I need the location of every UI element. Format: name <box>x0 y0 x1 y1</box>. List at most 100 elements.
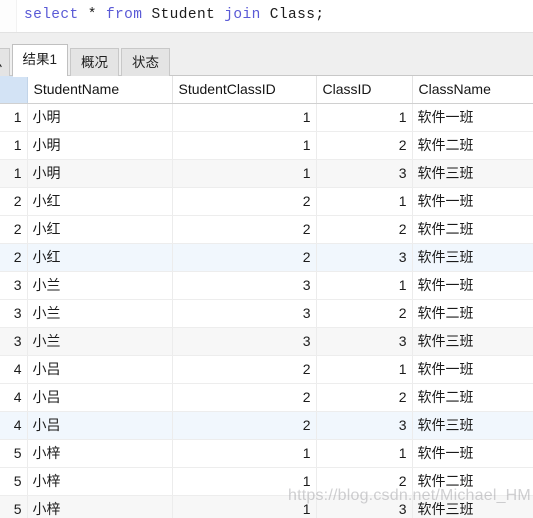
cell-student-class-id[interactable]: 1 <box>172 159 317 188</box>
cell-class-id[interactable]: 3 <box>316 411 413 440</box>
cell-student-class-id[interactable]: 2 <box>172 383 317 412</box>
cell-class-name[interactable]: 软件一班 <box>412 355 533 384</box>
cell-student-class-id[interactable]: 1 <box>172 131 317 160</box>
cell-class-name[interactable]: 软件三班 <box>412 159 533 188</box>
table-row[interactable]: 5 小梓 1 3 软件三班 <box>0 495 533 518</box>
table-row[interactable]: 1 小明 1 2 软件二班 <box>0 131 533 160</box>
cell-id[interactable]: 3 <box>0 299 28 328</box>
cell-id[interactable]: 4 <box>0 383 28 412</box>
cell-student-name[interactable]: 小红 <box>27 243 173 272</box>
cell-class-id[interactable]: 3 <box>316 159 413 188</box>
table-row[interactable]: 4 小吕 2 3 软件三班 <box>0 411 533 440</box>
cell-class-name[interactable]: 软件一班 <box>412 271 533 300</box>
cell-class-id[interactable]: 3 <box>316 327 413 356</box>
cell-student-name[interactable]: 小吕 <box>27 355 173 384</box>
cell-id[interactable]: 3 <box>0 327 28 356</box>
cell-student-name[interactable]: 小明 <box>27 159 173 188</box>
table-row[interactable]: 1 小明 1 1 软件一班 <box>0 103 533 132</box>
cell-student-name[interactable]: 小明 <box>27 131 173 160</box>
cell-class-id[interactable]: 2 <box>316 131 413 160</box>
table-row[interactable]: 3 小兰 3 2 软件二班 <box>0 299 533 328</box>
cell-class-name[interactable]: 软件一班 <box>412 187 533 216</box>
cell-class-id[interactable]: 1 <box>316 355 413 384</box>
cell-student-class-id[interactable]: 1 <box>172 467 317 496</box>
cell-id[interactable]: 4 <box>0 355 28 384</box>
cell-student-name[interactable]: 小红 <box>27 187 173 216</box>
tab-1[interactable]: 息 <box>0 48 10 76</box>
cell-student-name[interactable]: 小梓 <box>27 439 173 468</box>
cell-student-class-id[interactable]: 3 <box>172 327 317 356</box>
cell-class-id[interactable]: 2 <box>316 299 413 328</box>
cell-class-name[interactable]: 软件二班 <box>412 215 533 244</box>
cell-student-name[interactable]: 小吕 <box>27 411 173 440</box>
cell-student-class-id[interactable]: 2 <box>172 355 317 384</box>
table-row[interactable]: 3 小兰 3 3 软件三班 <box>0 327 533 356</box>
cell-student-class-id[interactable]: 2 <box>172 187 317 216</box>
cell-class-id[interactable]: 2 <box>316 467 413 496</box>
cell-class-id[interactable]: 2 <box>316 383 413 412</box>
cell-id[interactable]: 3 <box>0 271 28 300</box>
cell-class-name[interactable]: 软件三班 <box>412 495 533 518</box>
cell-student-name[interactable]: 小吕 <box>27 383 173 412</box>
column-header-studentclassid[interactable]: StudentClassID <box>172 76 317 104</box>
cell-student-name[interactable]: 小明 <box>27 103 173 132</box>
cell-student-class-id[interactable]: 1 <box>172 103 317 132</box>
cell-student-class-id[interactable]: 3 <box>172 271 317 300</box>
cell-student-name[interactable]: 小梓 <box>27 467 173 496</box>
cell-class-name[interactable]: 软件一班 <box>412 103 533 132</box>
cell-class-name[interactable]: 软件三班 <box>412 327 533 356</box>
column-header-classid[interactable]: ClassID <box>316 76 413 104</box>
table-row[interactable]: 5 小梓 1 2 软件二班 <box>0 467 533 496</box>
cell-class-id[interactable]: 3 <box>316 243 413 272</box>
cell-class-id[interactable]: 2 <box>316 215 413 244</box>
cell-student-class-id[interactable]: 2 <box>172 215 317 244</box>
cell-student-class-id[interactable]: 1 <box>172 495 317 518</box>
cell-id[interactable]: 2 <box>0 243 28 272</box>
table-row[interactable]: 4 小吕 2 1 软件一班 <box>0 355 533 384</box>
cell-class-name[interactable]: 软件二班 <box>412 383 533 412</box>
cell-student-name[interactable]: 小梓 <box>27 495 173 518</box>
tab-2-active[interactable]: 结果1 <box>11 44 69 77</box>
tab-4[interactable]: 状态 <box>121 48 171 76</box>
cell-student-name[interactable]: 小兰 <box>27 327 173 356</box>
cell-student-name[interactable]: 小红 <box>27 215 173 244</box>
cell-id[interactable]: 1 <box>0 159 28 188</box>
cell-student-class-id[interactable]: 2 <box>172 411 317 440</box>
cell-class-id[interactable]: 1 <box>316 439 413 468</box>
cell-class-name[interactable]: 软件二班 <box>412 299 533 328</box>
cell-id[interactable]: 2 <box>0 187 28 216</box>
cell-id[interactable]: 5 <box>0 467 28 496</box>
cell-id[interactable]: 1 <box>0 131 28 160</box>
cell-student-name[interactable]: 小兰 <box>27 271 173 300</box>
cell-id[interactable]: 2 <box>0 215 28 244</box>
cell-id[interactable]: 4 <box>0 411 28 440</box>
cell-student-class-id[interactable]: 3 <box>172 299 317 328</box>
cell-class-id[interactable]: 3 <box>316 495 413 518</box>
sql-editor[interactable]: select * from Student join Class; <box>0 0 533 32</box>
cell-student-class-id[interactable]: 1 <box>172 439 317 468</box>
sql-statement[interactable]: select * from Student join Class; <box>24 4 324 26</box>
column-header-row-id[interactable] <box>0 76 28 104</box>
table-row[interactable]: 2 小红 2 2 软件二班 <box>0 215 533 244</box>
cell-id[interactable]: 5 <box>0 439 28 468</box>
cell-id[interactable]: 5 <box>0 495 28 518</box>
cell-class-name[interactable]: 软件一班 <box>412 439 533 468</box>
table-row[interactable]: 3 小兰 3 1 软件一班 <box>0 271 533 300</box>
result-grid[interactable]: StudentName StudentClassID ClassID ClassNam… <box>0 76 533 518</box>
column-header-classname[interactable]: ClassName <box>412 76 533 104</box>
cell-student-class-id[interactable]: 2 <box>172 243 317 272</box>
cell-class-name[interactable]: 软件二班 <box>412 131 533 160</box>
table-row[interactable]: 1 小明 1 3 软件三班 <box>0 159 533 188</box>
table-row[interactable]: 2 小红 2 1 软件一班 <box>0 187 533 216</box>
cell-class-name[interactable]: 软件三班 <box>412 243 533 272</box>
cell-class-id[interactable]: 1 <box>316 187 413 216</box>
cell-class-name[interactable]: 软件三班 <box>412 411 533 440</box>
table-row[interactable]: 4 小吕 2 2 软件二班 <box>0 383 533 412</box>
tab-3[interactable]: 概况 <box>70 48 120 76</box>
table-row[interactable]: 2 小红 2 3 软件三班 <box>0 243 533 272</box>
cell-class-id[interactable]: 1 <box>316 271 413 300</box>
table-row[interactable]: 5 小梓 1 1 软件一班 <box>0 439 533 468</box>
cell-class-id[interactable]: 1 <box>316 103 413 132</box>
cell-class-name[interactable]: 软件二班 <box>412 467 533 496</box>
cell-student-name[interactable]: 小兰 <box>27 299 173 328</box>
